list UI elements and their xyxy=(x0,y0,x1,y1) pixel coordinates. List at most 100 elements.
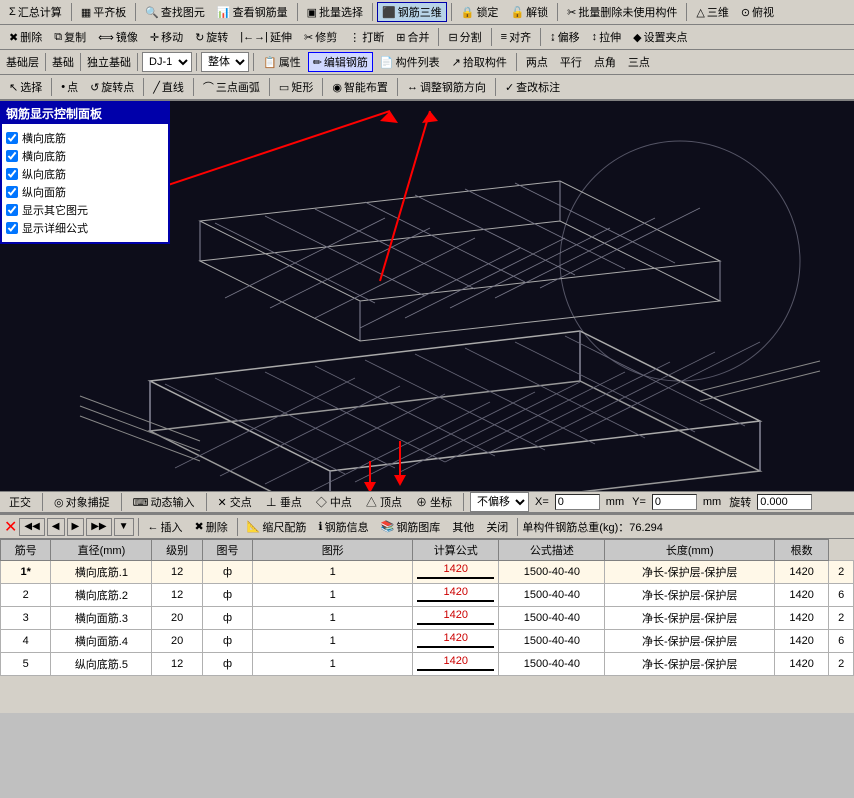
split-btn[interactable]: ⊟分割 xyxy=(443,27,486,47)
rotate-btn[interactable]: ↻旋转 xyxy=(190,27,233,47)
offset-btn[interactable]: ↨偏移 xyxy=(545,27,585,47)
align-btn[interactable]: ≡对齐 xyxy=(496,27,536,47)
table-scroll[interactable]: 筋号 直径(mm) 级别 图号 图形 计算公式 公式描述 长度(mm) 根数 1… xyxy=(0,539,854,676)
edit-rebar-btn[interactable]: ✏编辑钢筋 xyxy=(308,52,373,72)
intersect-snap[interactable]: ✕ 交点 xyxy=(213,492,257,512)
nav-last-btn[interactable]: ▶▶ xyxy=(86,518,111,536)
toolbar-row1: Σ 汇总计算 ▦ 平齐板 🔍 查找图元 📊 查看钢筋量 ▣ 批量选择 ⬛ 钢筋三… xyxy=(0,0,854,25)
extend-btn[interactable]: |←→|延伸 xyxy=(235,27,297,47)
cb-show-formula[interactable] xyxy=(6,222,18,234)
nav-down-btn[interactable]: ▼ xyxy=(114,518,134,536)
grid-btn[interactable]: ▦ 平齐板 xyxy=(76,2,131,22)
rebar-lib-btn[interactable]: 📚钢筋图库 xyxy=(376,517,446,537)
table-row[interactable]: 1* 横向底筋.1 12 ф 1 1420 1500-40-40 净长-保护层-… xyxy=(1,561,854,584)
top-snap[interactable]: △ 顶点 xyxy=(361,492,407,512)
scope-dropdown[interactable]: 整体 xyxy=(201,52,249,72)
delete-btn[interactable]: ✖删除 xyxy=(4,27,47,47)
checkbox-horiz-bottom[interactable]: 横向底筋 xyxy=(6,130,164,146)
dynamic-input-btn[interactable]: ⌨ 动态输入 xyxy=(128,492,200,512)
three-line-btn[interactable]: 三点 xyxy=(623,52,655,72)
top-view-btn[interactable]: ⊙ 俯视 xyxy=(736,2,779,22)
row-dia: 20 xyxy=(152,607,202,630)
angle-btn[interactable]: 点角 xyxy=(589,52,621,72)
row-num: 4 xyxy=(1,630,51,653)
check-mark-btn[interactable]: ✓查改标注 xyxy=(500,77,565,97)
point-btn[interactable]: •点 xyxy=(56,77,83,97)
rebar-3d-btn[interactable]: ⬛ 钢筋三维 xyxy=(377,2,447,22)
trim-btn[interactable]: ✂修剪 xyxy=(299,27,342,47)
mirror-btn[interactable]: ⟺镜像 xyxy=(93,27,143,47)
bottom-panel: ✕ ◀◀ ◀ ▶ ▶▶ ▼ ←插入 ✖删除 📐缩尺配筋 ℹ钢筋信息 📚钢筋图库 … xyxy=(0,513,854,713)
view-rebar-btn[interactable]: 📊 查看钢筋量 xyxy=(212,2,293,22)
table-row[interactable]: 4 横向面筋.4 20 ф 1 1420 1500-40-40 净长-保护层-保… xyxy=(1,630,854,653)
checkbox-horiz-face[interactable]: 横向底筋 xyxy=(6,148,164,164)
other-btn[interactable]: 其他 xyxy=(447,517,479,537)
copy-btn[interactable]: ⧉复制 xyxy=(49,27,91,47)
batch-select-btn[interactable]: ▣ 批量选择 xyxy=(302,2,368,22)
perp-snap[interactable]: ⊥ 垂点 xyxy=(261,492,307,512)
checkbox-show-formula[interactable]: 显示详细公式 xyxy=(6,220,164,236)
scale-layout-btn[interactable]: 📐缩尺配筋 xyxy=(242,517,312,537)
parallel-btn[interactable]: 平行 xyxy=(555,52,587,72)
point-icon: • xyxy=(61,81,65,93)
insert-btn[interactable]: ←插入 xyxy=(143,517,188,537)
three-arc-btn[interactable]: ⌒三点画弧 xyxy=(198,77,265,97)
attr-btn[interactable]: 📋属性 xyxy=(258,52,306,72)
rotate-input[interactable] xyxy=(757,494,812,510)
smart-layout-btn[interactable]: ◉智能布置 xyxy=(327,77,393,97)
batch-delete-btn[interactable]: ✂ 批量删除未使用构件 xyxy=(562,2,682,22)
close-panel-btn[interactable]: 关闭 xyxy=(481,517,513,537)
copy-icon: ⧉ xyxy=(54,31,62,44)
sum-btn[interactable]: Σ 汇总计算 xyxy=(4,2,67,22)
nav-first-btn[interactable]: ◀◀ xyxy=(19,518,44,536)
3d-btn[interactable]: △ 三维 xyxy=(691,2,733,22)
cb-horiz-face[interactable] xyxy=(6,150,18,162)
merge-btn[interactable]: ⊞合并 xyxy=(391,27,434,47)
arc-icon: ⌒ xyxy=(203,79,214,95)
line-btn[interactable]: ╱直线 xyxy=(148,77,189,97)
table-row[interactable]: 3 横向面筋.3 20 ф 1 1420 1500-40-40 净长-保护层-保… xyxy=(1,607,854,630)
pick-icon: ↗ xyxy=(452,56,461,69)
rect-btn[interactable]: ▭矩形 xyxy=(274,77,318,97)
nav-prev-btn[interactable]: ◀ xyxy=(47,518,65,536)
cb-show-other[interactable] xyxy=(6,204,18,216)
cb-vert-bottom[interactable] xyxy=(6,168,18,180)
element-dropdown[interactable]: DJ-1 xyxy=(142,52,192,72)
two-pts-btn[interactable]: 两点 xyxy=(521,52,553,72)
lock-btn[interactable]: 🔒 锁定 xyxy=(456,2,504,22)
close-small-btn[interactable]: ✕ xyxy=(4,517,17,537)
row-shape: 1420 xyxy=(413,630,499,653)
cb-vert-face[interactable] xyxy=(6,186,18,198)
checkbox-vert-face[interactable]: 纵向面筋 xyxy=(6,184,164,200)
canvas-area[interactable]: 钢筋显示控制面板 横向底筋 横向底筋 纵向底筋 纵向面筋 显示其它图元 xyxy=(0,101,854,491)
row-dia: 12 xyxy=(152,653,202,676)
table-row[interactable]: 5 纵向底筋.5 12 ф 1 1420 1500-40-40 净长-保护层-保… xyxy=(1,653,854,676)
adjust-dir-btn[interactable]: ↔调整钢筋方向 xyxy=(402,77,491,97)
move-btn[interactable]: ✛移动 xyxy=(145,27,188,47)
checkbox-vert-bottom[interactable]: 纵向底筋 xyxy=(6,166,164,182)
table-delete-btn[interactable]: ✖删除 xyxy=(190,517,233,537)
unlock-btn[interactable]: 🔓 解锁 xyxy=(505,2,553,22)
nav-next-btn[interactable]: ▶ xyxy=(67,518,85,536)
select-btn[interactable]: ↖选择 xyxy=(4,77,47,97)
pick-component-btn[interactable]: ↗拾取构件 xyxy=(447,52,512,72)
find-element-btn[interactable]: 🔍 查找图元 xyxy=(140,2,210,22)
table-row[interactable]: 2 横向底筋.2 12 ф 1 1420 1500-40-40 净长-保护层-保… xyxy=(1,584,854,607)
punch-btn[interactable]: ⋮打断 xyxy=(344,27,389,47)
no-offset-select[interactable]: 不偏移 xyxy=(470,492,529,512)
rebar-info-btn[interactable]: ℹ钢筋信息 xyxy=(313,517,373,537)
toolbar-row2: ✖删除 ⧉复制 ⟺镜像 ✛移动 ↻旋转 |←→|延伸 ✂修剪 ⋮打断 ⊞合并 ⊟… xyxy=(0,25,854,50)
component-list-btn[interactable]: 📄构件列表 xyxy=(375,52,445,72)
rotate-pt-btn[interactable]: ↺旋转点 xyxy=(85,77,139,97)
sep xyxy=(71,3,72,21)
mid-snap[interactable]: ◇ 中点 xyxy=(311,492,357,512)
checkbox-show-other[interactable]: 显示其它图元 xyxy=(6,202,164,218)
snap-mode-btn[interactable]: ◎ 对象捕捉 xyxy=(49,492,115,512)
stretch-btn[interactable]: ↕拉伸 xyxy=(587,27,627,47)
setpt-btn[interactable]: ◆设置夹点 xyxy=(628,27,692,47)
ortho-mode-btn[interactable]: 正交 xyxy=(4,492,36,512)
x-coord-input[interactable] xyxy=(555,494,600,510)
cb-horiz-bottom[interactable] xyxy=(6,132,18,144)
coord-snap[interactable]: ⊕ 坐标 xyxy=(411,492,457,512)
y-coord-input[interactable] xyxy=(652,494,697,510)
